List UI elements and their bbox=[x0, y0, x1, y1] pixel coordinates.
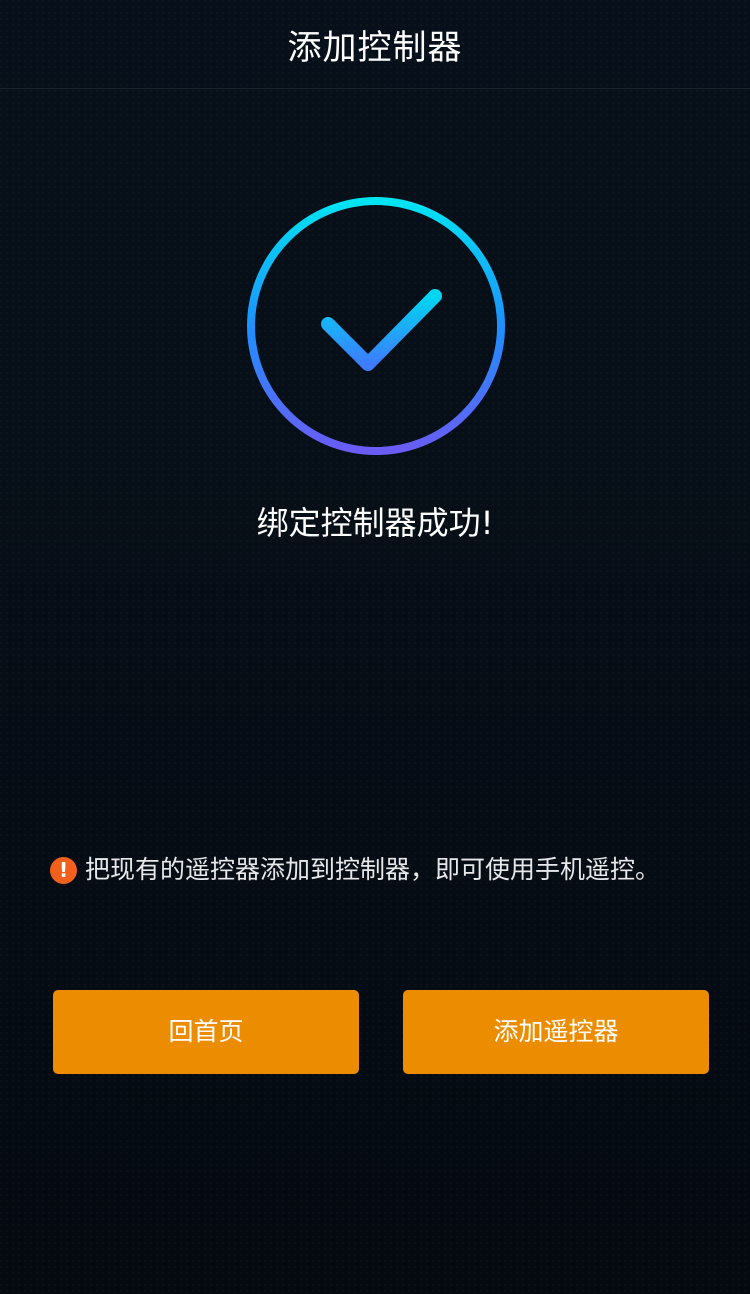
notice-text: 把现有的遥控器添加到控制器，即可使用手机遥控。 bbox=[85, 855, 661, 884]
check-circle-icon bbox=[245, 195, 507, 457]
success-message: 绑定控制器成功! bbox=[256, 504, 494, 542]
home-button[interactable]: 回首页 bbox=[53, 990, 359, 1074]
page: 添加控制器 绑定控制器成功! ! 把现有的遥控器添加到控制器，即可使用手机遥控。 bbox=[0, 0, 750, 1294]
add-remote-button[interactable]: 添加遥控器 bbox=[403, 990, 709, 1074]
page-title: 添加控制器 bbox=[287, 28, 463, 68]
header: 添加控制器 bbox=[0, 0, 750, 89]
exclamation-icon: ! bbox=[50, 856, 77, 884]
notice: ! 把现有的遥控器添加到控制器，即可使用手机遥控。 bbox=[50, 850, 730, 890]
